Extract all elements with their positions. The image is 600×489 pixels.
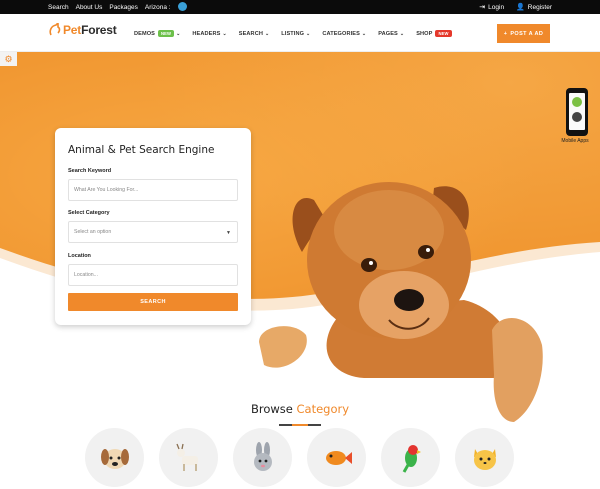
register-link[interactable]: 👤 Register: [516, 3, 552, 11]
keyword-input[interactable]: What Are You Looking For...: [68, 179, 238, 201]
menu-pages[interactable]: PAGES ⌄: [378, 30, 404, 37]
user-plus-icon: 👤: [516, 4, 525, 11]
menu-demos[interactable]: DEMOS NEW ⌄: [134, 30, 180, 37]
login-icon: ⇥: [479, 4, 486, 11]
dog-icon: [100, 448, 129, 469]
menu-search[interactable]: SEARCH ⌄: [239, 30, 270, 37]
logo-mark-icon: [48, 23, 62, 37]
chevron-down-icon: ⌄: [176, 30, 181, 37]
top-bar: Search About Us Packages Arizona : ⇥ Logi…: [0, 0, 600, 14]
search-card-title: Animal & Pet Search Engine: [68, 144, 215, 156]
chevron-down-icon: ⌄: [361, 30, 367, 37]
category-rabbit[interactable]: [233, 428, 292, 487]
location-label: Location: [68, 253, 91, 259]
search-button[interactable]: SEARCH: [68, 293, 238, 311]
chevron-down-icon: ⌄: [264, 30, 270, 37]
chevron-down-icon: ⌄: [306, 30, 311, 37]
logo-text-forest: Forest: [81, 23, 117, 37]
parrot-icon: [402, 444, 421, 473]
top-link-search[interactable]: Search: [48, 4, 69, 11]
mobile-apps-label: Mobile Apps: [561, 138, 589, 144]
dog-image: [259, 182, 543, 422]
menu-categories[interactable]: CATEGORIES ⌄: [322, 30, 366, 37]
globe-icon[interactable]: [177, 2, 187, 11]
search-card: Animal & Pet Search Engine Search Keywor…: [55, 128, 251, 325]
category-list: [85, 428, 514, 487]
location-input[interactable]: Location...: [68, 264, 238, 286]
heading-divider-accent: [292, 424, 308, 426]
rabbit-icon: [253, 441, 272, 471]
new-badge: NEW: [158, 30, 175, 37]
keyword-label: Search Keyword: [68, 168, 112, 174]
mobile-apps-widget[interactable]: Mobile Apps: [561, 88, 593, 144]
location-selector[interactable]: Arizona :: [145, 4, 171, 11]
category-select[interactable]: Select an option ▼: [68, 221, 238, 243]
plus-icon: +: [503, 30, 508, 37]
settings-gear-icon[interactable]: ⚙: [0, 52, 17, 66]
chevron-down-icon: ⌄: [222, 30, 227, 37]
logo-text-pet: Pet: [63, 23, 82, 37]
menu-headers[interactable]: HEADERS ⌄: [192, 30, 226, 37]
menu-listing[interactable]: LISTING ⌄: [281, 30, 310, 37]
phone-icon: [566, 88, 588, 136]
category-parrot[interactable]: [381, 428, 440, 487]
category-label: Select Category: [68, 210, 110, 216]
browse-category-heading: Browse Category: [250, 402, 350, 416]
post-ad-button[interactable]: + POST A AD: [497, 24, 550, 43]
apple-icon: [572, 112, 582, 122]
category-goat[interactable]: [159, 428, 218, 487]
category-cat[interactable]: [455, 428, 514, 487]
new-badge: NEW: [435, 30, 452, 37]
goat-icon: [175, 443, 198, 471]
login-link[interactable]: ⇥ Login: [479, 3, 504, 11]
fish-icon: [325, 450, 352, 465]
category-fish[interactable]: [307, 428, 366, 487]
main-nav: PetForest DEMOS NEW ⌄ HEADERS ⌄ SEARCH ⌄ LIS…: [0, 14, 600, 52]
top-link-about[interactable]: About Us: [76, 4, 103, 11]
logo[interactable]: PetForest: [48, 23, 117, 37]
top-link-packages[interactable]: Packages: [109, 4, 138, 11]
menu-shop[interactable]: SHOP NEW: [416, 30, 452, 37]
chevron-down-icon: ⌄: [399, 30, 405, 37]
category-dog[interactable]: [85, 428, 144, 487]
android-icon: [572, 97, 582, 107]
cat-icon: [473, 448, 496, 470]
caret-down-icon: ▼: [226, 230, 231, 236]
